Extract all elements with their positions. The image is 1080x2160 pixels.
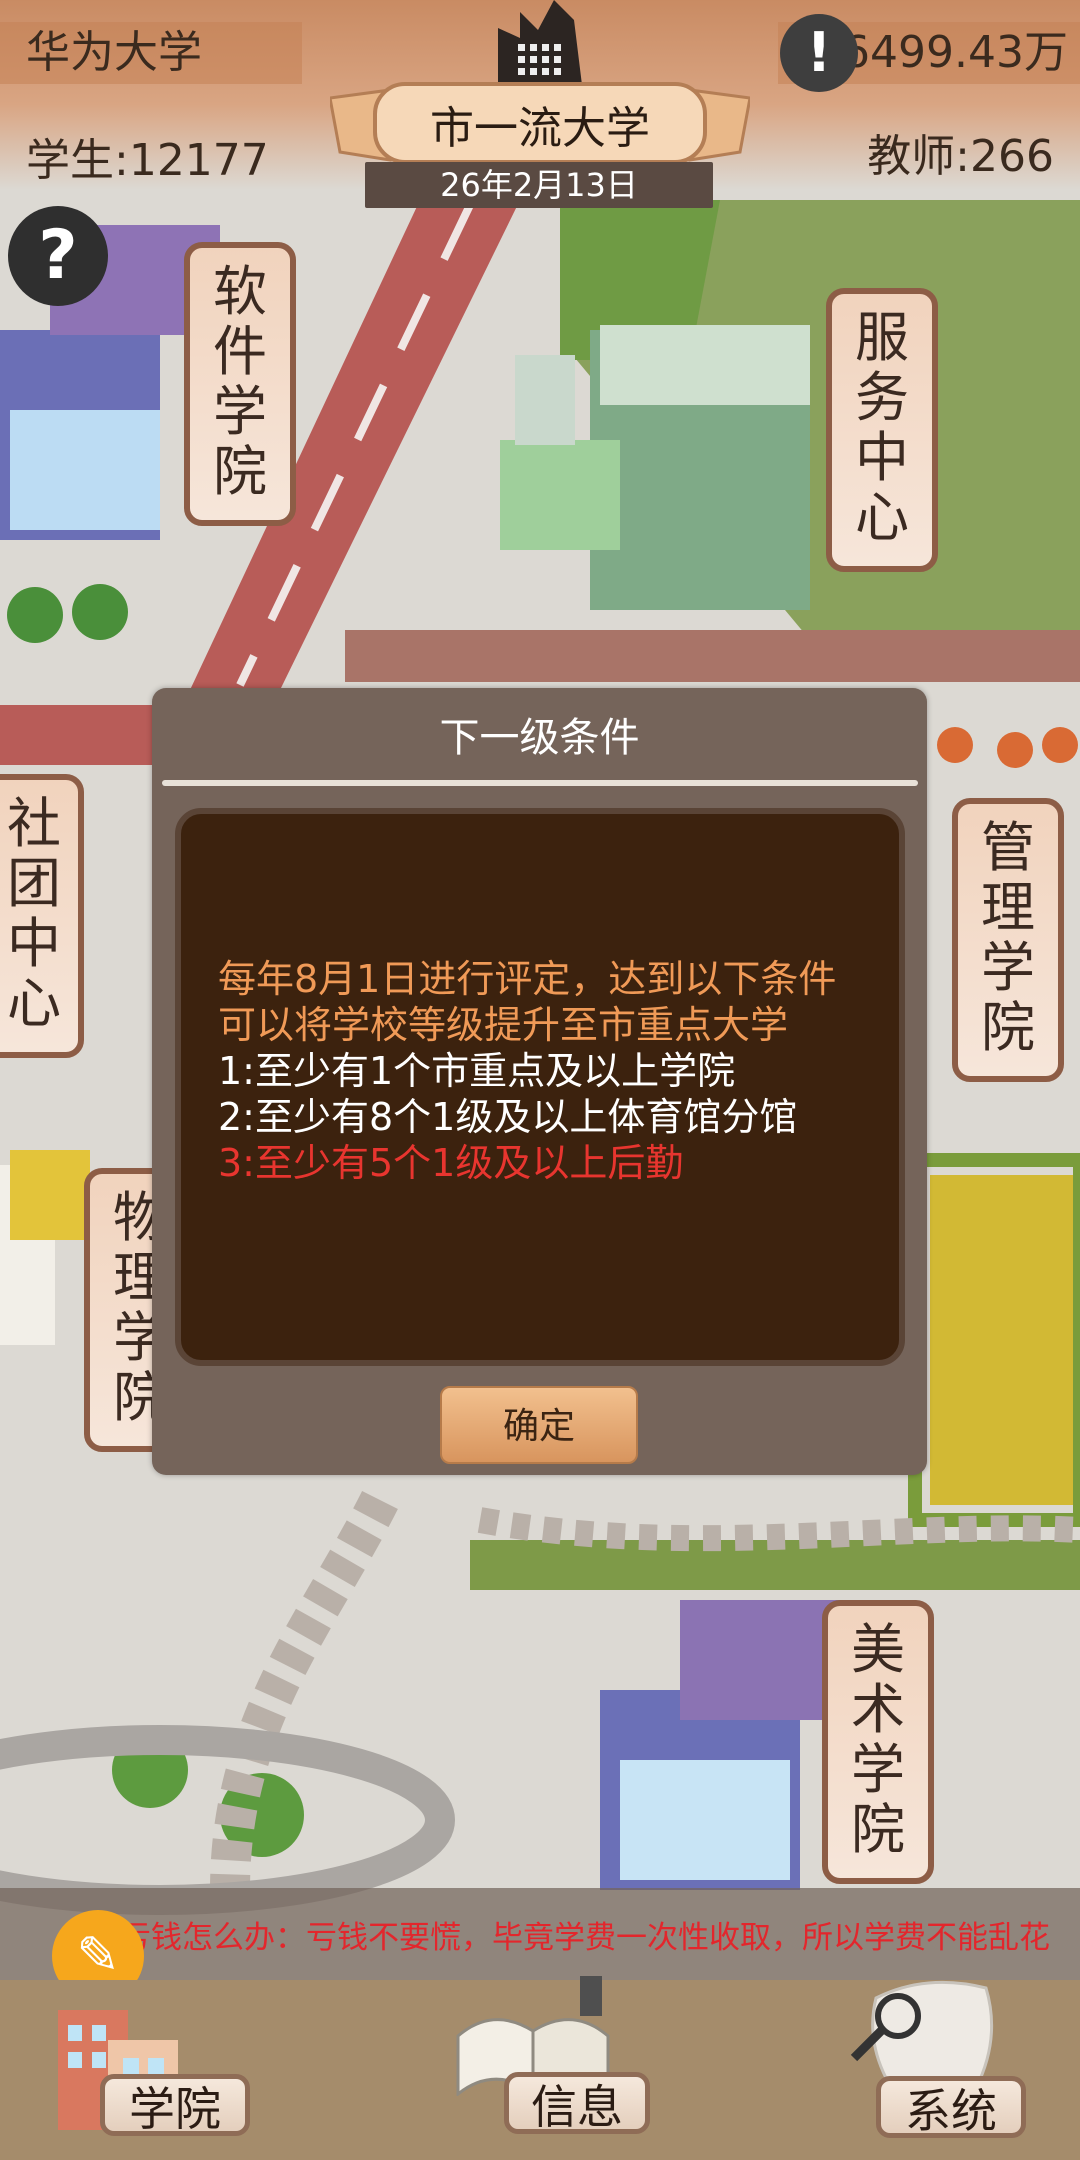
sign-arts-college[interactable]: 美术学院 xyxy=(822,1600,934,1884)
requirement-3: 3:至少有5个1级及以上后勤 xyxy=(218,1141,684,1185)
sign-label: 美术学院 xyxy=(851,1618,905,1861)
sign-label: 软件学院 xyxy=(213,260,267,503)
sign-label: 服务中心 xyxy=(855,306,909,549)
school-name: 华为大学 xyxy=(26,27,202,78)
ticker-text: 亏钱怎么办：亏钱不要慌，毕竟学费一次性收取，所以学费不能乱花 xyxy=(120,1920,1050,1956)
sign-label: 社团中心 xyxy=(7,792,61,1035)
sign-software-college[interactable]: 软件学院 xyxy=(184,242,296,526)
alert-icon[interactable]: ! xyxy=(780,14,858,92)
school-name-box: 华为大学 xyxy=(0,22,302,84)
nav-info-button[interactable]: 信息 xyxy=(504,2072,650,2134)
dialog-divider xyxy=(162,780,918,786)
factory-icon xyxy=(498,0,582,85)
rank-title: 市一流大学 xyxy=(430,103,650,154)
dialog-title: 下一级条件 xyxy=(439,715,640,761)
teachers-count: 教师:266 xyxy=(867,131,1054,182)
sign-management-college[interactable]: 管理学院 xyxy=(952,798,1064,1082)
help-icon[interactable]: ? xyxy=(8,206,108,306)
confirm-button[interactable]: 确定 xyxy=(440,1386,638,1464)
nav-system-button[interactable]: 系统 xyxy=(876,2076,1026,2138)
game-date: 26年2月13日 xyxy=(365,162,713,208)
sign-service-center[interactable]: 服务中心 xyxy=(826,288,938,572)
nav-college-button[interactable]: 学院 xyxy=(100,2074,250,2136)
students-count: 学生:12177 xyxy=(26,135,269,186)
sign-label: 管理学院 xyxy=(981,816,1035,1059)
sign-club-center[interactable]: 社团中心 xyxy=(0,774,84,1058)
money-value: 6499.43万 xyxy=(842,27,1068,78)
